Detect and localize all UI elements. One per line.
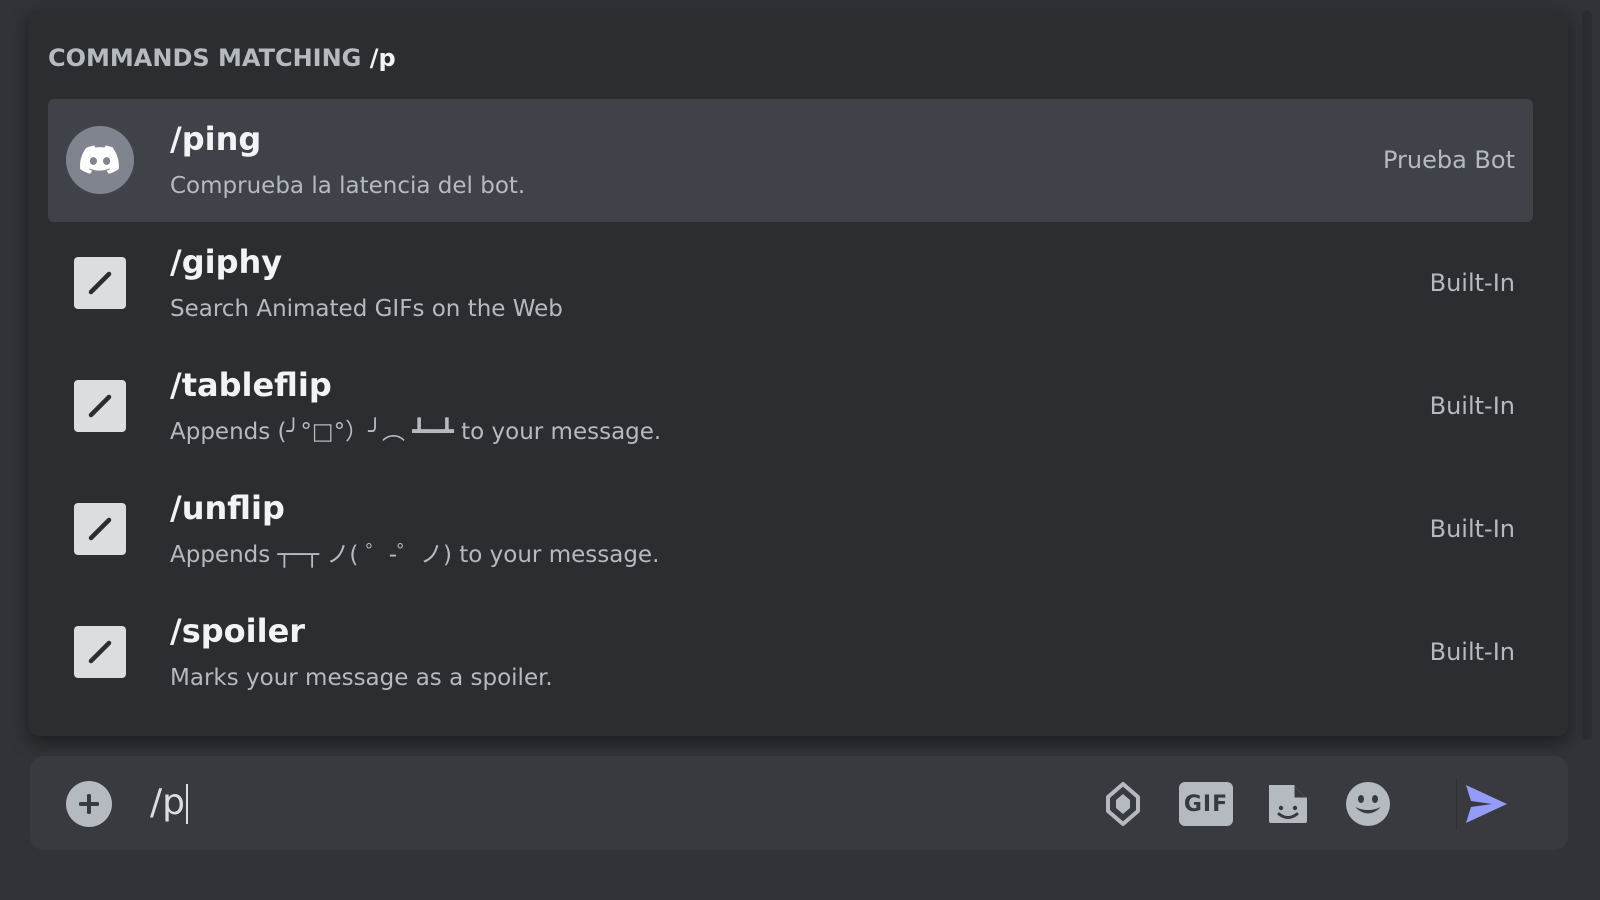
nitro-gem-icon[interactable] — [1095, 776, 1151, 832]
command-item-ping[interactable]: /ping Comprueba la latencia del bot. Pru… — [48, 99, 1533, 222]
command-icon-container — [66, 618, 134, 686]
command-description: Appends ┬─┬ ノ( ゜-゜ノ) to your message. — [170, 542, 660, 568]
command-description: Search Animated GIFs on the Web — [170, 296, 563, 322]
command-list: /ping Comprueba la latencia del bot. Pru… — [48, 99, 1533, 714]
message-composer: /p GIF — [30, 756, 1568, 850]
message-input[interactable]: /p — [150, 776, 188, 830]
toolbar-divider — [1456, 778, 1457, 830]
gif-button[interactable]: GIF — [1178, 776, 1234, 832]
command-source: Built-In — [1429, 392, 1515, 420]
command-source: Prueba Bot — [1382, 146, 1515, 174]
command-source: Built-In — [1429, 515, 1515, 543]
emoji-smile-icon[interactable] — [1340, 776, 1396, 832]
command-icon-container — [66, 249, 134, 317]
slash-command-icon — [74, 380, 126, 432]
slash-command-icon — [74, 626, 126, 678]
scrollbar[interactable] — [1582, 10, 1592, 740]
sticker-icon[interactable] — [1260, 776, 1316, 832]
command-description: Comprueba la latencia del bot. — [170, 173, 526, 199]
command-source: Built-In — [1429, 638, 1515, 666]
command-icon-container — [66, 126, 134, 194]
send-arrow-icon[interactable] — [1458, 776, 1514, 832]
slash-command-icon — [74, 503, 126, 555]
command-icon-container — [66, 372, 134, 440]
discord-chat-view: COMMANDS MATCHING /p /ping Comprueba la … — [0, 0, 1600, 900]
command-item-unflip[interactable]: /unflip Appends ┬─┬ ノ( ゜-゜ノ) to your mes… — [48, 468, 1533, 591]
gif-label: GIF — [1179, 782, 1233, 826]
command-name: /unflip — [170, 489, 285, 527]
command-icon-container — [66, 495, 134, 563]
slash-command-icon — [74, 257, 126, 309]
command-name: /giphy — [170, 243, 283, 281]
text-caret — [185, 784, 188, 824]
command-source: Built-In — [1429, 269, 1515, 297]
command-name: /spoiler — [170, 612, 306, 650]
command-description: Marks your message as a spoiler. — [170, 665, 553, 691]
discord-bot-avatar-icon — [66, 126, 134, 194]
plus-circle-icon[interactable] — [66, 781, 112, 827]
header-label: COMMANDS MATCHING — [48, 44, 362, 72]
command-name: /tableflip — [170, 366, 332, 404]
header-query: /p — [369, 44, 396, 72]
command-item-tableflip[interactable]: /tableflip Appends (╯°□°）╯︵ ┻━┻ to your … — [48, 345, 1533, 468]
command-name: /ping — [170, 120, 262, 158]
autocomplete-header: COMMANDS MATCHING /p — [48, 40, 396, 76]
message-input-value: /p — [150, 782, 185, 823]
command-autocomplete-popup: COMMANDS MATCHING /p /ping Comprueba la … — [28, 10, 1568, 736]
command-item-giphy[interactable]: /giphy Search Animated GIFs on the Web B… — [48, 222, 1533, 345]
command-description: Appends (╯°□°）╯︵ ┻━┻ to your message. — [170, 419, 662, 445]
command-item-spoiler[interactable]: /spoiler Marks your message as a spoiler… — [48, 591, 1533, 714]
